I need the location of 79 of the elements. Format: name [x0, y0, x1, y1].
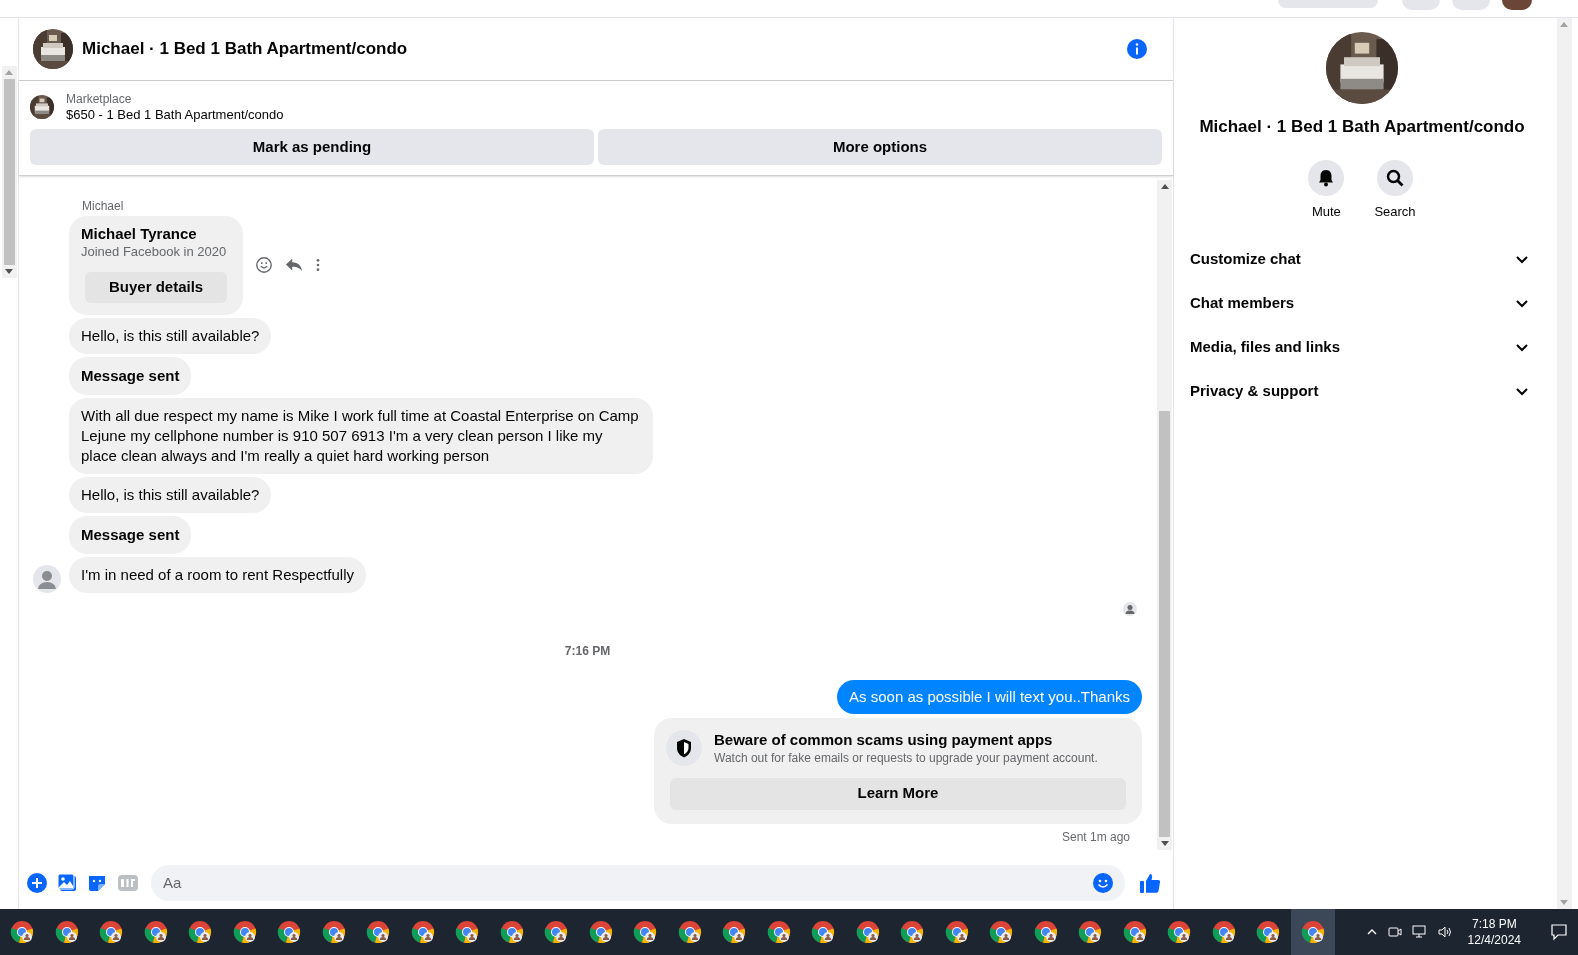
- browser-icon: [188, 920, 213, 944]
- incoming-message: With all due respect my name is Mike I work full time at Coastal Enterprise on Camp Lejune my cellphone number is 910 507 6913 I'm a very clean person I like my place clean always and I'm really a quiet hard working person: [69, 397, 653, 474]
- browser-icon: [232, 920, 257, 944]
- delivery-status: Sent 1m ago: [1061, 828, 1131, 846]
- browser-icon: [677, 920, 702, 944]
- timestamp: 7:16 PM: [564, 642, 611, 660]
- buyer-details-button[interactable]: Buyer details: [85, 272, 228, 303]
- scrollbar[interactable]: [1, 66, 17, 278]
- taskbar-clock[interactable]: 7:18 PM 12/4/2024: [1461, 916, 1527, 948]
- browser-icon: [277, 920, 302, 944]
- browser-icon: [54, 920, 79, 944]
- panel-section[interactable]: Customize chat: [1190, 237, 1534, 281]
- browser-icon: [10, 920, 35, 944]
- listing-action-button[interactable]: Mark as pending: [30, 129, 594, 165]
- buyer-joined: Joined Facebook in 2020: [81, 244, 228, 260]
- smiley-icon[interactable]: [255, 256, 274, 275]
- profile-avatar-icon[interactable]: [1502, 0, 1532, 10]
- browser-icon: [989, 920, 1014, 944]
- browser-icon: [1033, 920, 1058, 944]
- listing-source: Marketplace: [66, 91, 133, 107]
- browser-icon: [499, 920, 524, 944]
- chat-title: Michael · 1 Bed 1 Bath Apartment/condo: [82, 38, 409, 61]
- browser-icon: [811, 920, 836, 944]
- browser-icon: [588, 920, 613, 944]
- scroll-up-arrow-icon[interactable]: [1160, 184, 1169, 189]
- message-input[interactable]: Aa: [151, 864, 1125, 901]
- taskbar-app-button[interactable]: [1290, 909, 1335, 955]
- scroll-down-arrow-icon[interactable]: [1160, 841, 1169, 846]
- browser-icon: [321, 920, 346, 944]
- outgoing-message: As soon as possible I will text you..Thanks: [837, 679, 1142, 714]
- buyer-name: Michael Tyrance: [81, 224, 198, 244]
- browser-icon: [544, 920, 569, 944]
- browser-icon: [1300, 920, 1325, 944]
- speaker-icon[interactable]: [1436, 924, 1453, 940]
- listing-action-button[interactable]: More options: [598, 129, 1162, 165]
- panel-section[interactable]: Chat members: [1190, 281, 1534, 325]
- avatar-icon: [33, 564, 61, 593]
- notification-icon[interactable]: [1550, 923, 1568, 941]
- search-icon: [1385, 167, 1405, 188]
- browser-icon: [99, 920, 124, 944]
- browser-icon: [366, 920, 391, 944]
- browser-icon: [766, 920, 791, 944]
- image-icon[interactable]: [57, 872, 77, 893]
- listing-title: $650 - 1 Bed 1 Bath Apartment/condo: [66, 107, 284, 123]
- incoming-message: Hello, is this still available?: [69, 317, 272, 354]
- emoji-icon[interactable]: [1093, 872, 1113, 893]
- browser-icon: [633, 920, 658, 944]
- browser-icon: [1167, 920, 1192, 944]
- panel-title: Michael · 1 Bed 1 Bath Apartment/condo: [1199, 116, 1525, 138]
- browser-icon: [143, 920, 168, 944]
- learn-more-button[interactable]: Learn More: [670, 777, 1126, 810]
- info-icon[interactable]: [1127, 39, 1147, 59]
- more-icon[interactable]: [315, 258, 322, 273]
- browser-icon: [1122, 920, 1147, 944]
- browser-icon: [944, 920, 969, 944]
- notice-body: Watch out for fake emails or requests to upgrade your payment account.: [714, 749, 1098, 766]
- incoming-message: I'm in need of a room to rent Respectfully: [69, 556, 366, 593]
- sender-name: Michael: [82, 198, 125, 214]
- browser-icon: [900, 920, 925, 944]
- browser-icon: [455, 920, 480, 944]
- seen-avatar-icon: [1123, 601, 1137, 616]
- incoming-message: Hello, is this still available?: [69, 476, 272, 513]
- shield-icon: [666, 729, 702, 766]
- browser-icon: [722, 920, 747, 944]
- panel-section[interactable]: Privacy & support: [1190, 369, 1534, 413]
- notice-title: Beware of common scams using payment apps: [714, 729, 1054, 750]
- browser-icon: [1211, 920, 1236, 944]
- browser-icon: [410, 920, 435, 944]
- thumbs-up-icon[interactable]: [1139, 871, 1161, 894]
- plus-icon[interactable]: [27, 872, 47, 893]
- incoming-message: Message sent: [69, 356, 192, 395]
- browser-icon: [855, 920, 880, 944]
- panel-section[interactable]: Media, files and links: [1190, 325, 1534, 369]
- scrollbar[interactable]: [1157, 180, 1172, 850]
- incoming-message: Message sent: [69, 515, 192, 554]
- browser-icon: [1078, 920, 1103, 944]
- network-icon[interactable]: [1411, 924, 1428, 940]
- browser-icon: [1256, 920, 1281, 944]
- scroll-down-arrow-icon[interactable]: [5, 269, 13, 274]
